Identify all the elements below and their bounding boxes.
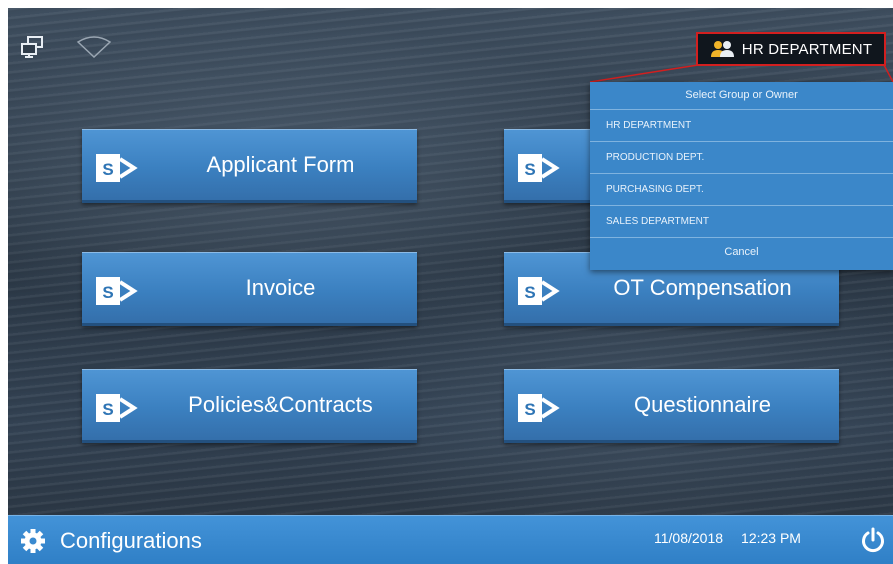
tile-label: Policies&Contracts bbox=[188, 392, 373, 417]
tile-invoice[interactable]: S Invoice bbox=[82, 252, 417, 326]
svg-text:S: S bbox=[102, 283, 113, 302]
tile-label: Applicant Form bbox=[206, 152, 355, 177]
dropdown-title: Select Group or Owner bbox=[590, 82, 893, 110]
bottom-bar: Configurations 11/08/2018 12:23 PM bbox=[8, 515, 893, 564]
group-selector-button[interactable]: HR DEPARTMENT bbox=[696, 32, 886, 66]
sharepoint-icon: S bbox=[96, 394, 138, 422]
gear-icon bbox=[21, 529, 45, 553]
dropdown-cancel-button[interactable]: Cancel bbox=[590, 238, 893, 270]
sharepoint-icon: S bbox=[518, 394, 560, 422]
dropdown-option-sales-department[interactable]: SALES DEPARTMENT bbox=[590, 206, 893, 238]
date-text: 11/08/2018 bbox=[654, 530, 724, 546]
tile-questionnaire[interactable]: S Questionnaire bbox=[504, 369, 839, 443]
people-icon bbox=[710, 41, 734, 57]
tile-applicant-form[interactable]: S Applicant Form bbox=[82, 129, 417, 203]
sharepoint-icon: S bbox=[96, 277, 138, 305]
network-icon[interactable] bbox=[20, 36, 44, 58]
sharepoint-icon: S bbox=[96, 154, 138, 182]
configurations-button[interactable]: Configurations bbox=[20, 524, 202, 558]
wifi-icon[interactable] bbox=[76, 36, 112, 58]
tile-label: Invoice bbox=[245, 275, 316, 300]
tile-policies-contracts[interactable]: S Policies&Contracts bbox=[82, 369, 417, 443]
group-owner-dropdown: Select Group or Owner HR DEPARTMENT PROD… bbox=[590, 82, 893, 270]
svg-text:S: S bbox=[524, 283, 535, 302]
power-icon[interactable] bbox=[860, 527, 886, 553]
touchscreen-display: HR DEPARTMENT S Applicant Form S S Invoi… bbox=[8, 8, 893, 564]
svg-text:S: S bbox=[102, 160, 113, 179]
configurations-label: Configurations bbox=[60, 528, 202, 553]
sharepoint-icon: S bbox=[518, 277, 560, 305]
dropdown-option-purchasing-dept[interactable]: PURCHASING DEPT. bbox=[590, 174, 893, 206]
dropdown-option-hr-department[interactable]: HR DEPARTMENT bbox=[590, 110, 893, 142]
time-text: 12:23 PM bbox=[741, 530, 801, 546]
tile-label: Questionnaire bbox=[634, 392, 771, 417]
date-time-display: 11/08/2018 12:23 PM bbox=[654, 530, 801, 546]
sharepoint-icon: S bbox=[518, 154, 560, 182]
group-selector-label: HR DEPARTMENT bbox=[741, 40, 873, 58]
svg-text:S: S bbox=[102, 400, 113, 419]
svg-text:S: S bbox=[524, 160, 535, 179]
dropdown-option-production-dept[interactable]: PRODUCTION DEPT. bbox=[590, 142, 893, 174]
svg-text:S: S bbox=[524, 400, 535, 419]
